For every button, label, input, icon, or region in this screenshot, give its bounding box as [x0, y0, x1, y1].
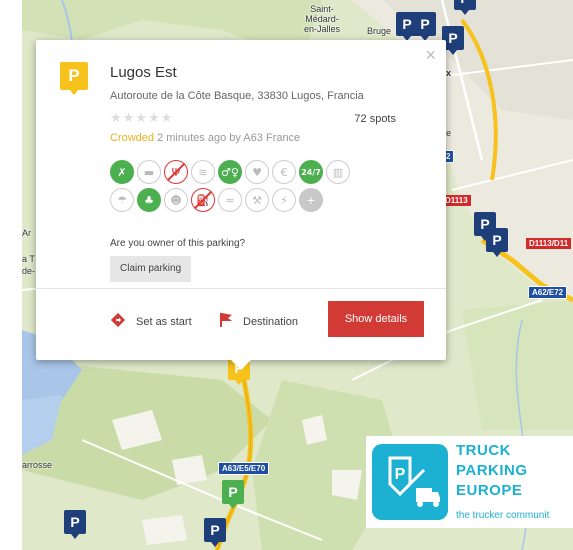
map-label-e: e: [446, 128, 452, 138]
close-icon[interactable]: ×: [425, 46, 436, 64]
claim-parking-button[interactable]: Claim parking: [110, 256, 192, 282]
parking-address: Autoroute de la Côte Basque, 33830 Lugos…: [110, 90, 364, 102]
parking-marker[interactable]: P: [414, 12, 436, 41]
tree-icon: ♣: [137, 188, 161, 212]
divider: [36, 288, 446, 289]
add-icon: +: [299, 188, 323, 212]
parking-marker[interactable]: P: [222, 480, 244, 509]
truck-wash-icon: ≈: [218, 188, 242, 212]
road-shield-d1113: D1113: [442, 195, 471, 206]
destination-button[interactable]: Destination: [219, 312, 298, 331]
set-as-start-button[interactable]: Set as start: [110, 312, 192, 331]
brand-line-europe: EUROPE: [456, 482, 523, 499]
destination-label: Destination: [243, 315, 299, 328]
wifi-icon: ≋: [191, 160, 215, 184]
electric-icon: ⚡: [272, 188, 296, 212]
route-start-icon: [110, 312, 126, 331]
parking-marker[interactable]: P: [64, 510, 86, 539]
brand-line-parking: PARKING: [456, 462, 528, 479]
parking-marker[interactable]: P: [204, 518, 226, 547]
road-shield-d1113-d11: D1113/D11: [526, 238, 572, 249]
occupancy-status: Crowded 2 minutes ago by A63 France: [110, 132, 300, 144]
map-label-de: de-: [22, 266, 36, 276]
brand-logo-icon: P: [372, 444, 448, 520]
tools-icon: ⚒: [245, 188, 269, 212]
no-parking-fee-icon: ✗: [110, 160, 134, 184]
status-detail: 2 minutes ago by A63 France: [154, 132, 301, 144]
bed-icon: ▬: [137, 160, 161, 184]
security-icon: ☻: [164, 188, 188, 212]
rating-stars[interactable]: ★★★★★: [110, 110, 173, 126]
fence-icon: ▥: [326, 160, 350, 184]
map-label-x: x: [446, 68, 452, 78]
open-24-7-icon: 24/7: [299, 160, 323, 184]
road-shield-a62: A62/E72: [528, 286, 568, 299]
parking-title: Lugos Est: [110, 64, 177, 81]
parking-marker[interactable]: P: [454, 0, 476, 15]
amenities-grid: ✗ ▬ Ψ ≋ ♂♀ ♥ €24/7 ▥ ☂ ♣ ☻ ⛽ ≈ ⚒ ⚡ +: [110, 160, 400, 216]
map-label-bruges: Bruge: [367, 26, 392, 36]
restaurant-icon: Ψ: [164, 160, 188, 184]
crowded-label: Crowded: [110, 132, 155, 144]
parking-info-popup: × P Lugos Est Autoroute de la Côte Basqu…: [36, 40, 446, 370]
heart-icon: ♥: [245, 160, 269, 184]
map-label-arrosse: arrosse: [22, 460, 53, 470]
parking-marker[interactable]: P: [486, 228, 508, 257]
owner-question: Are you owner of this parking?: [110, 238, 246, 249]
amenities-row: ✗ ▬ Ψ ≋ ♂♀ ♥ €24/7 ▥: [110, 160, 400, 184]
brand-line-truck: TRUCK: [456, 442, 511, 459]
flag-icon: [219, 312, 233, 331]
brand-logo-letter: P: [395, 466, 406, 483]
road-shield-a63: A63/E5/E70: [218, 462, 270, 475]
map-label-saint-medard: Saint- Médard-en-Jalles: [304, 4, 341, 34]
truck-parking-europe-logo: P TRUCK PARKING EUROPE the trucker commu…: [366, 436, 573, 528]
brand-tagline: the trucker communit: [456, 510, 550, 521]
amenities-row: ☂ ♣ ☻ ⛽ ≈ ⚒ ⚡ +: [110, 188, 400, 212]
map-label-ar: Ar: [22, 228, 31, 238]
show-details-button[interactable]: Show details: [328, 301, 424, 337]
toilet-icon: ♂♀: [218, 160, 242, 184]
map-label-la-t: a T: [22, 254, 35, 264]
set-as-start-label: Set as start: [136, 315, 192, 328]
fuel-icon: ⛽: [191, 188, 215, 212]
euro-icon: €: [272, 160, 296, 184]
shower-icon: ☂: [110, 188, 134, 212]
spots-count: 72 spots: [354, 113, 396, 125]
parking-icon: P: [60, 62, 88, 95]
